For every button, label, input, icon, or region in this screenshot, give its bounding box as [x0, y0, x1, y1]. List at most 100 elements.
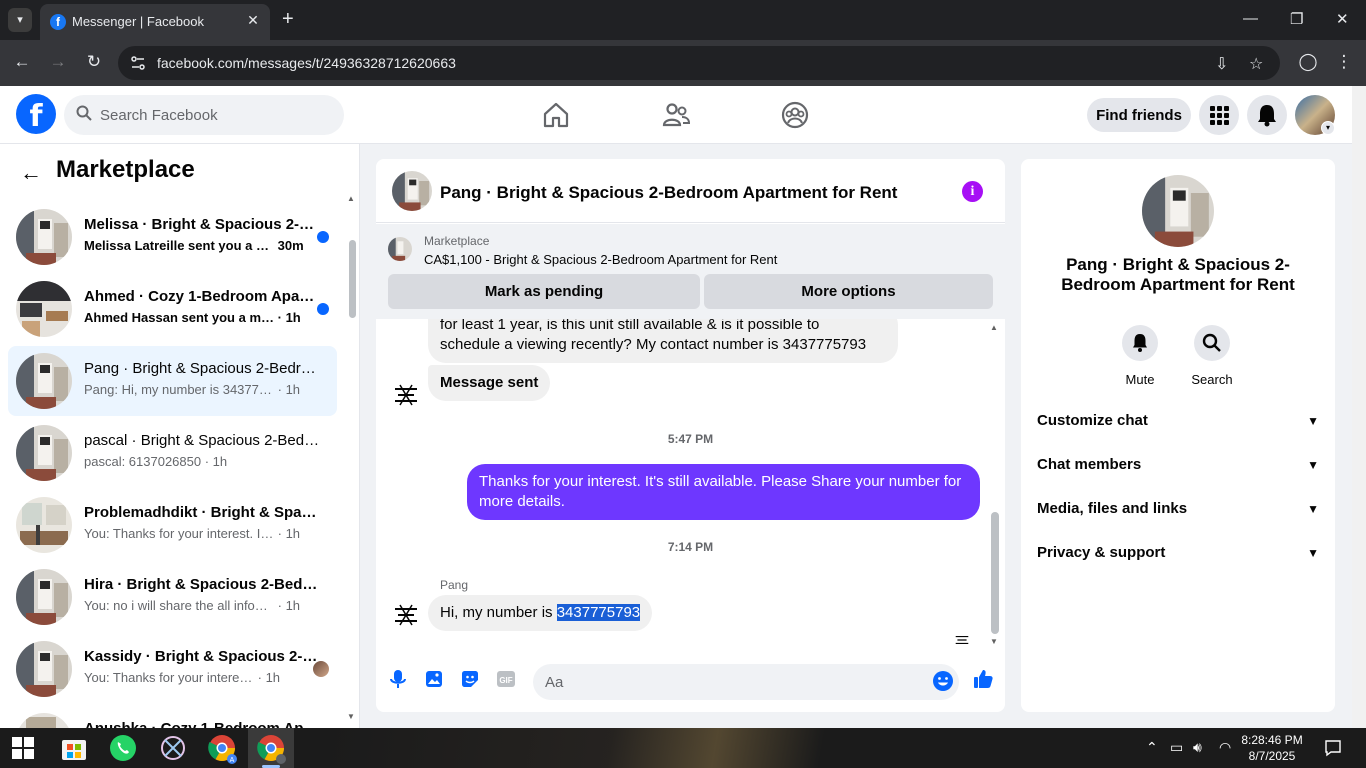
tab-close-icon[interactable]: ✕: [244, 12, 262, 29]
listing-avatar[interactable]: [1142, 175, 1214, 247]
conversation-item-anushka[interactable]: Anushka · Cozy 1-Bedroom Apartment: [8, 706, 337, 728]
conversation-name: Anushka · Cozy 1-Bedroom Apartment: [84, 720, 320, 728]
find-friends-button[interactable]: Find friends: [1087, 98, 1191, 132]
chat-title[interactable]: Pang · Bright & Spacious 2-Bedroom Apart…: [440, 183, 897, 203]
bell-icon: [1258, 105, 1276, 127]
scroll-up-arrow-icon[interactable]: ▲: [990, 323, 998, 332]
page-scrollbar[interactable]: [1352, 86, 1366, 728]
listing-thumbnail: [16, 353, 72, 409]
address-bar[interactable]: facebook.com/messages/t/2493632871262066…: [118, 46, 1280, 80]
facebook-search[interactable]: [64, 95, 344, 135]
scroll-up-arrow-icon[interactable]: ▲: [347, 194, 355, 203]
conversation-item-hira[interactable]: Hira · Bright & Spacious 2-Bedroom Apart…: [8, 562, 337, 632]
scroll-down-arrow-icon[interactable]: ▼: [347, 712, 355, 721]
conversation-item-melissa[interactable]: Melissa · Bright & Spacious 2-Bedroom Ap…: [8, 202, 337, 272]
friends-icon[interactable]: [661, 100, 691, 130]
customize-chat-section[interactable]: Customize chat ▼: [1037, 412, 1319, 436]
conversation-item-problemadhdikt[interactable]: Problemadhdikt · Bright & Spacious 2-Bed…: [8, 490, 337, 560]
listing-price-title[interactable]: CA$1,100 - Bright & Spacious 2-Bedroom A…: [424, 252, 777, 267]
browser-tab-messenger[interactable]: f Messenger | Facebook ✕: [40, 4, 270, 40]
media-files-links-section[interactable]: Media, files and links ▼: [1037, 500, 1319, 524]
forward-arrow-icon[interactable]: →: [47, 52, 69, 72]
highlighted-phone-number[interactable]: 3437775793: [556, 604, 641, 621]
conversation-name: Hira · Bright & Spacious 2-Bedroom Apart…: [84, 576, 320, 593]
hidden-icons-chevron-up-icon[interactable]: ⌃: [1146, 739, 1158, 756]
windows-start-icon[interactable]: [12, 737, 34, 759]
notifications-button[interactable]: [1247, 95, 1287, 135]
conversation-item-ahmed[interactable]: Ahmed · Cozy 1-Bedroom Apartment Ahmed H…: [8, 274, 337, 344]
whatsapp-icon[interactable]: [107, 732, 139, 764]
conversation-item-pang[interactable]: Pang · Bright & Spacious 2-Bedroom Apart…: [8, 346, 337, 416]
listing-source-label: Marketplace: [424, 234, 490, 248]
snipping-tool-icon[interactable]: [157, 732, 189, 764]
chevron-down-icon: ▼: [1307, 502, 1319, 516]
listing-thumbnail[interactable]: [388, 237, 412, 261]
sender-avatar-icon[interactable]: [392, 601, 420, 629]
volume-icon[interactable]: 🔊︎: [1193, 739, 1202, 756]
message-timestamp: 7:14 PM: [667, 540, 714, 554]
site-info-icon[interactable]: [130, 55, 146, 71]
message-input[interactable]: [533, 664, 959, 700]
chat-scrollbar-thumb[interactable]: [991, 512, 999, 634]
install-app-icon[interactable]: ⇩: [1215, 54, 1228, 74]
conversation-item-pascal[interactable]: pascal · Bright & Spacious 2-Bedroom Apa…: [8, 418, 337, 488]
conversation-info-icon[interactable]: i: [962, 181, 983, 202]
listing-thumbnail: [16, 209, 72, 265]
seen-avatar: [313, 661, 329, 677]
chevron-down-icon: ▼: [1307, 458, 1319, 472]
groups-icon[interactable]: [780, 100, 810, 130]
minimize-icon[interactable]: —: [1243, 10, 1258, 27]
chrome-active-icon[interactable]: [255, 732, 287, 764]
privacy-support-section[interactable]: Privacy & support ▼: [1037, 544, 1319, 568]
conversation-preview: You: Thanks for your interest. It's stil…: [84, 670, 281, 685]
sticker-icon[interactable]: [459, 668, 481, 690]
restore-icon[interactable]: ❐: [1290, 10, 1303, 28]
microphone-icon[interactable]: [387, 668, 409, 690]
mute-button[interactable]: Mute: [1110, 325, 1170, 387]
reload-icon[interactable]: ↻: [83, 52, 105, 72]
battery-icon[interactable]: ▭: [1170, 739, 1183, 756]
listing-thumbnail: [16, 713, 72, 728]
sender-avatar-icon[interactable]: [392, 381, 420, 409]
back-arrow-icon[interactable]: ←: [20, 160, 42, 186]
chat-header: Pang · Bright & Spacious 2-Bedroom Apart…: [376, 159, 1005, 223]
more-options-button[interactable]: More options: [704, 274, 993, 309]
sidebar-title: Marketplace: [56, 156, 195, 183]
chat-listing-avatar[interactable]: [392, 171, 432, 211]
mark-as-pending-button[interactable]: Mark as pending: [388, 274, 700, 309]
chrome-profile-a-icon[interactable]: A: [206, 732, 238, 764]
menu-button[interactable]: [1199, 95, 1239, 135]
account-chevron-down-icon[interactable]: ▾: [1321, 121, 1335, 135]
chevron-down-icon: ▼: [1307, 414, 1319, 428]
tab-search-chevron-icon[interactable]: ▾: [8, 8, 32, 32]
bookmark-star-icon[interactable]: ☆: [1249, 54, 1263, 74]
microsoft-store-icon[interactable]: [58, 732, 90, 764]
new-tab-plus-icon[interactable]: +: [282, 8, 294, 30]
photo-gallery-icon[interactable]: [423, 668, 445, 690]
bell-icon: [1133, 334, 1147, 352]
browser-menu-icon[interactable]: ⋮: [1333, 52, 1355, 72]
gif-icon[interactable]: GIF: [495, 668, 517, 690]
facebook-logo-icon[interactable]: f: [16, 94, 56, 134]
grid-menu-icon: [1210, 106, 1229, 125]
window-close-icon[interactable]: ✕: [1336, 10, 1349, 28]
wifi-icon[interactable]: ◠: [1219, 739, 1231, 756]
message-composer: GIF: [376, 654, 1005, 712]
conversation-name: Pang · Bright & Spacious 2-Bedroom Apart…: [84, 360, 320, 377]
scroll-down-arrow-icon[interactable]: ▼: [990, 637, 998, 646]
svg-text:GIF: GIF: [499, 676, 512, 685]
outgoing-message-bubble: Thanks for your interest. It's still ava…: [467, 464, 980, 520]
marketplace-listing-bar: Marketplace CA$1,100 - Bright & Spacious…: [376, 224, 1005, 319]
emoji-icon[interactable]: [932, 670, 954, 692]
profile-icon[interactable]: ◯: [1297, 52, 1319, 72]
chat-members-section[interactable]: Chat members ▼: [1037, 456, 1319, 480]
home-icon[interactable]: [541, 100, 571, 130]
sidebar-scrollbar-thumb[interactable]: [349, 240, 356, 318]
search-input[interactable]: [100, 95, 336, 135]
notification-center-icon[interactable]: [1324, 739, 1342, 757]
back-arrow-icon[interactable]: ←: [11, 52, 33, 72]
taskbar-clock[interactable]: 8:28:46 PM 8/7/2025: [1236, 732, 1308, 764]
conversation-item-kassidy[interactable]: Kassidy · Bright & Spacious 2-Bedroom Ap…: [8, 634, 337, 704]
search-in-conversation-button[interactable]: Search: [1182, 325, 1242, 387]
thumbs-up-icon[interactable]: [972, 668, 994, 690]
